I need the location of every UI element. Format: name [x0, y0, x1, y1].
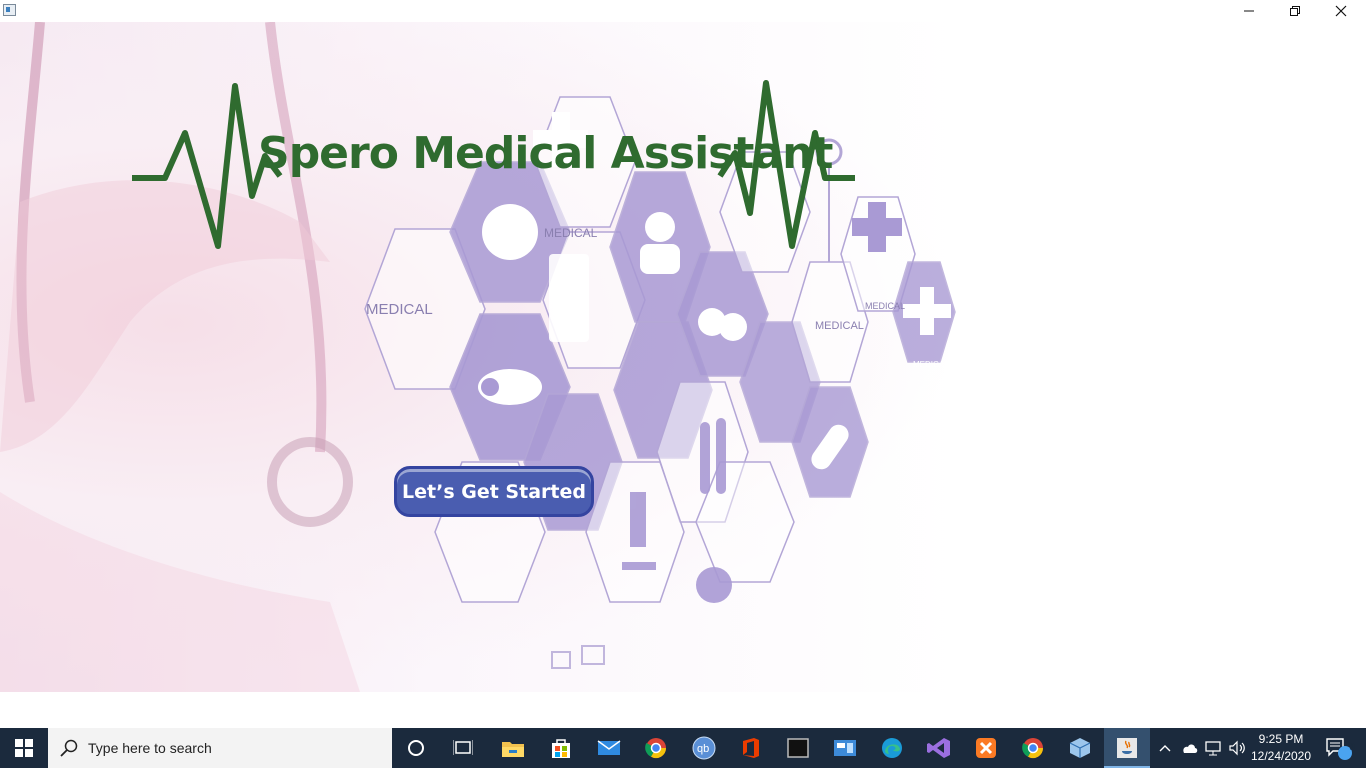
app-window: MEDICAL MEDICAL MEDICAL MEDICAL MEDICAL … [0, 0, 1366, 728]
control-panel-icon [834, 740, 856, 756]
taskbar-chrome-2[interactable] [1010, 728, 1056, 768]
network-tray[interactable] [1202, 728, 1224, 768]
chevron-up-icon [1159, 745, 1171, 752]
search-icon [60, 739, 78, 757]
svg-text:qb: qb [697, 743, 709, 755]
cortana-icon [408, 740, 424, 756]
network-icon [1205, 741, 1221, 756]
taskbar-edge[interactable] [869, 728, 915, 768]
qbittorrent-icon: qb [692, 736, 716, 760]
taskbar-search-box[interactable]: Type here to search [48, 728, 392, 768]
show-hidden-icons-button[interactable] [1155, 728, 1175, 768]
app-logo-title: Spero Medical Assistant [258, 128, 833, 179]
cortana-button[interactable] [393, 728, 439, 768]
taskbar-file-explorer[interactable] [490, 728, 536, 768]
virtualbox-icon [1069, 738, 1091, 758]
taskbar-java[interactable] [1104, 728, 1150, 768]
title-bar[interactable] [0, 0, 1366, 22]
get-started-button[interactable]: Let’s Get Started [394, 466, 594, 517]
onedrive-tray[interactable] [1178, 728, 1200, 768]
java-icon [1117, 738, 1137, 758]
speaker-icon [1229, 740, 1245, 756]
taskbar-store[interactable] [538, 728, 584, 768]
xampp-icon [976, 738, 996, 758]
search-placeholder: Type here to search [88, 740, 212, 756]
task-view-button[interactable] [440, 728, 486, 768]
edge-icon [882, 738, 902, 758]
clock-time: 9:25 PM [1258, 732, 1304, 746]
mail-icon [597, 740, 621, 755]
taskbar-chrome[interactable] [633, 728, 679, 768]
chrome-icon [1022, 738, 1044, 759]
taskbar-clock[interactable]: 9:25 PM 12/24/2020 [1248, 728, 1314, 768]
office-icon [743, 738, 759, 758]
minimize-button[interactable] [1226, 0, 1272, 22]
taskbar-control-panel[interactable] [822, 728, 868, 768]
store-icon [552, 739, 570, 758]
restore-button[interactable] [1272, 0, 1318, 22]
start-button[interactable] [0, 728, 48, 768]
chrome-icon [645, 738, 667, 759]
taskbar-office[interactable] [728, 728, 774, 768]
volume-tray[interactable] [1226, 728, 1248, 768]
taskbar-qbittorrent[interactable]: qb [681, 728, 727, 768]
svg-text:MEDICAL: MEDICAL [865, 301, 905, 311]
notification-count-badge: 9 [1349, 742, 1355, 753]
close-button[interactable] [1318, 0, 1364, 22]
windows-logo-icon [15, 739, 33, 757]
hex-label-medical: MEDICAL [366, 301, 433, 318]
close-icon [1335, 5, 1347, 17]
clock-date: 12/24/2020 [1250, 749, 1312, 763]
taskbar-mail[interactable] [586, 728, 632, 768]
taskbar-terminal[interactable] [775, 728, 821, 768]
svg-text:MEDICAL: MEDICAL [913, 360, 949, 369]
onedrive-cloud-icon [1183, 744, 1198, 753]
action-center-button[interactable]: 9 [1318, 728, 1358, 768]
taskbar-xampp[interactable] [963, 728, 1009, 768]
visual-studio-icon [927, 738, 950, 758]
terminal-icon [787, 738, 809, 758]
taskbar-virtualbox[interactable] [1057, 728, 1103, 768]
restore-icon [1290, 6, 1300, 16]
task-view-icon [453, 740, 473, 755]
taskbar: Type here to search qb 9:25 PM 12/24/202… [0, 728, 1366, 768]
minimize-icon [1244, 10, 1254, 12]
svg-text:MEDICAL: MEDICAL [815, 320, 864, 332]
app-window-icon[interactable] [3, 4, 16, 16]
file-explorer-icon [502, 742, 524, 757]
taskbar-visual-studio[interactable] [916, 728, 962, 768]
